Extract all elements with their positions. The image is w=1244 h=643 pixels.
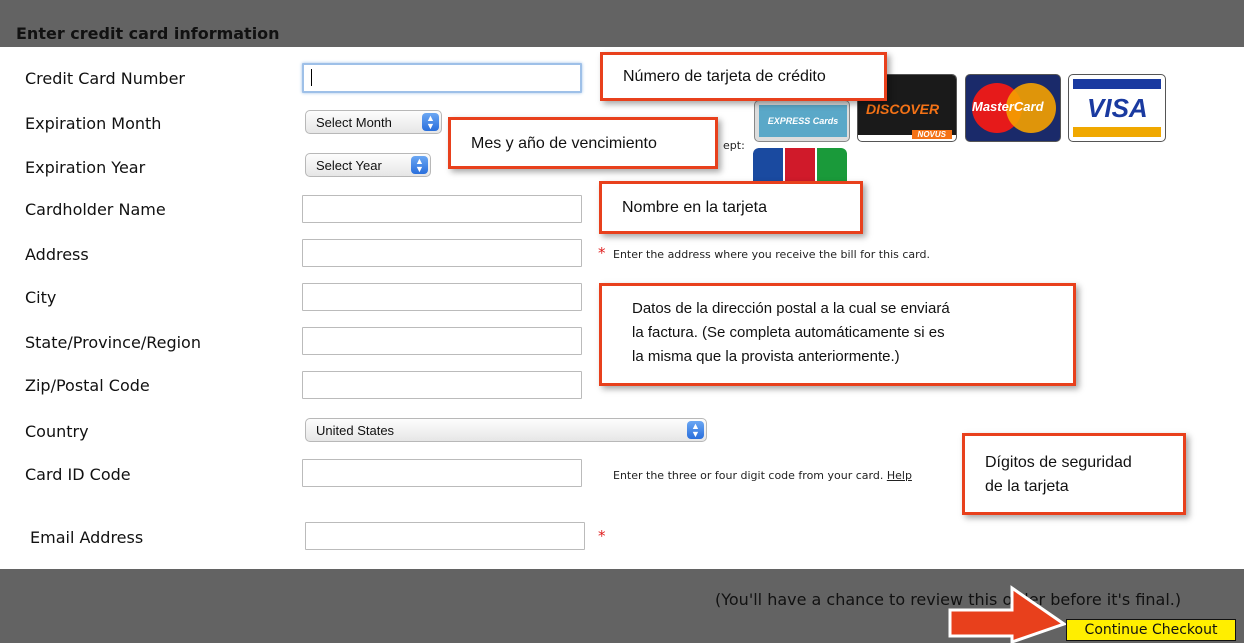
callout-security: Dígitos de seguridad de la tarjeta bbox=[962, 433, 1186, 515]
section-header: Enter credit card information bbox=[0, 0, 1244, 47]
amex-text: EXPRESS Cards bbox=[759, 105, 847, 137]
callout-name-text: Nombre en la tarjeta bbox=[622, 199, 767, 216]
accept-text-partial: ept: bbox=[723, 139, 745, 152]
american-express-logo: EXPRESS Cards bbox=[754, 100, 850, 142]
cardholder-name-input[interactable] bbox=[302, 195, 582, 223]
label-expiration-year: Expiration Year bbox=[25, 158, 146, 177]
expiration-month-value: Select Month bbox=[316, 115, 392, 130]
visa-gold-band bbox=[1073, 127, 1161, 137]
required-star: * bbox=[598, 244, 606, 262]
callout-address-line1: Datos de la dirección postal a la cual s… bbox=[632, 300, 950, 317]
select-arrows-icon: ▲ ▼ bbox=[422, 113, 439, 131]
label-zip: Zip/Postal Code bbox=[25, 376, 150, 395]
required-star: * bbox=[598, 527, 606, 545]
email-input[interactable] bbox=[305, 522, 585, 550]
label-state: State/Province/Region bbox=[25, 333, 201, 352]
card-id-note: Enter the three or four digit code from … bbox=[613, 469, 912, 482]
callout-card-number-text: Número de tarjeta de crédito bbox=[623, 68, 826, 85]
section-title: Enter credit card information bbox=[16, 24, 280, 43]
mastercard-text: MasterCard bbox=[972, 99, 1044, 114]
text-caret bbox=[311, 69, 312, 86]
arrow-right-icon bbox=[948, 585, 1066, 643]
continue-checkout-button[interactable]: Continue Checkout bbox=[1066, 619, 1236, 641]
callout-address-line2: la factura. (Se completa automáticamente… bbox=[632, 324, 945, 341]
novus-text: NOVUS bbox=[911, 130, 952, 139]
label-country: Country bbox=[25, 422, 89, 441]
expiration-month-select[interactable]: Select Month ▲ ▼ bbox=[305, 110, 442, 134]
label-cardholder-name: Cardholder Name bbox=[25, 200, 166, 219]
callout-address: Datos de la dirección postal a la cual s… bbox=[599, 283, 1076, 386]
callout-card-number: Número de tarjeta de crédito bbox=[600, 52, 887, 101]
expiration-year-value: Select Year bbox=[316, 158, 382, 173]
card-id-note-text: Enter the three or four digit code from … bbox=[613, 469, 884, 482]
card-number-input[interactable] bbox=[302, 63, 582, 93]
label-card-id: Card ID Code bbox=[25, 465, 131, 484]
callout-security-line2: de la tarjeta bbox=[985, 478, 1069, 495]
callout-security-line1: Dígitos de seguridad bbox=[985, 454, 1132, 471]
country-select[interactable]: United States ▲ ▼ bbox=[305, 418, 707, 442]
address-note: Enter the address where you receive the … bbox=[613, 248, 930, 261]
label-card-number: Credit Card Number bbox=[25, 69, 185, 88]
callout-name: Nombre en la tarjeta bbox=[599, 181, 863, 234]
callout-expiration: Mes y año de vencimiento bbox=[448, 117, 718, 169]
country-value: United States bbox=[316, 423, 395, 438]
visa-logo: VISA bbox=[1068, 74, 1166, 142]
select-arrows-icon: ▲ ▼ bbox=[411, 156, 428, 174]
visa-text: VISA bbox=[1087, 93, 1148, 123]
zip-input[interactable] bbox=[302, 371, 582, 399]
state-input[interactable] bbox=[302, 327, 582, 355]
mastercard-logo: MasterCard bbox=[965, 74, 1061, 142]
callout-address-line3: la misma que la provista anteriormente.) bbox=[632, 348, 900, 365]
card-id-input[interactable] bbox=[302, 459, 582, 487]
city-input[interactable] bbox=[302, 283, 582, 311]
label-address: Address bbox=[25, 245, 89, 264]
discover-text: DISCOVER bbox=[866, 101, 940, 117]
select-arrows-icon: ▲ ▼ bbox=[687, 421, 704, 439]
help-link[interactable]: Help bbox=[887, 469, 912, 482]
label-expiration-month: Expiration Month bbox=[25, 114, 162, 133]
callout-expiration-text: Mes y año de vencimiento bbox=[471, 135, 657, 152]
label-email: Email Address bbox=[30, 528, 144, 547]
expiration-year-select[interactable]: Select Year ▲ ▼ bbox=[305, 153, 431, 177]
address-input[interactable] bbox=[302, 239, 582, 267]
visa-blue-band bbox=[1073, 79, 1161, 89]
label-city: City bbox=[25, 288, 57, 307]
